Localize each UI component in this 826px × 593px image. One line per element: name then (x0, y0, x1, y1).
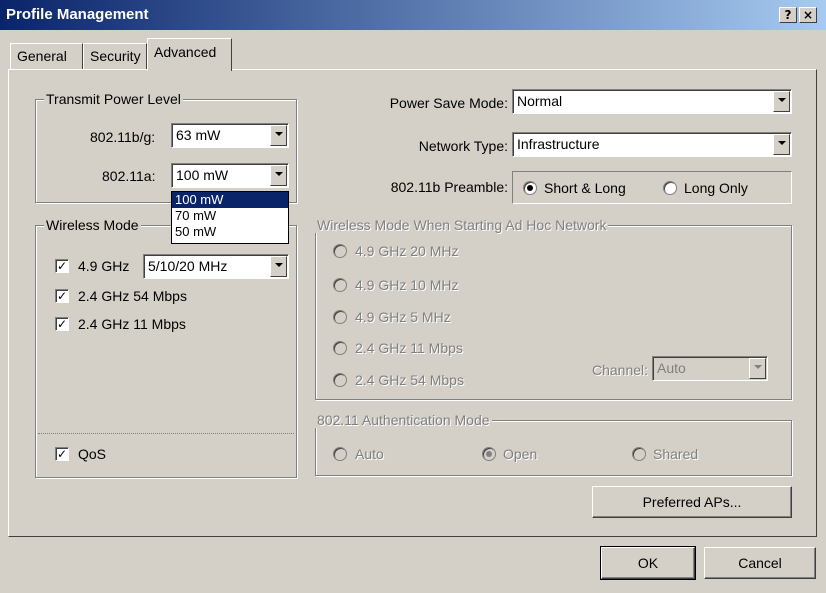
ghz49-bandwidth-select[interactable]: 5/10/20 MHz (143, 254, 289, 279)
close-button[interactable]: × (799, 7, 817, 23)
power-save-dropdown-button[interactable] (773, 91, 790, 112)
ghz49-bandwidth-dropdown-button[interactable] (270, 256, 287, 277)
ghz24-11-label: 2.4 GHz 11 Mbps (78, 316, 186, 332)
network-type-value: Infrastructure (517, 136, 600, 152)
bg-power-select[interactable]: 63 mW (171, 123, 289, 148)
adhoc-2454-label: 2.4 GHz 54 Mbps (355, 372, 464, 388)
transmit-power-legend: Transmit Power Level (44, 91, 183, 107)
ghz49-label: 4.9 GHz (78, 258, 130, 274)
qos-label: QoS (78, 446, 107, 462)
help-button[interactable]: ? (779, 7, 797, 23)
a-power-select[interactable]: 100 mW (171, 163, 289, 188)
chevron-down-icon (275, 132, 283, 136)
network-type-dropdown-button[interactable] (773, 134, 790, 155)
dropdown-option[interactable]: 70 mW (172, 208, 288, 224)
channel-dropdown-button[interactable] (749, 358, 766, 379)
adhoc-2411-label: 2.4 GHz 11 Mbps (355, 340, 463, 356)
chevron-down-icon (275, 263, 283, 267)
network-type-select[interactable]: Infrastructure (512, 132, 792, 157)
wireless-mode-legend: Wireless Mode (44, 217, 141, 233)
ghz24-11-checkbox[interactable]: ✓ (55, 317, 69, 331)
adhoc-4910-label: 4.9 GHz 10 MHz (355, 277, 459, 293)
a-power-dropdown-button[interactable] (270, 165, 287, 186)
auth-shared-label: Shared (653, 446, 699, 462)
ghz24-54-label: 2.4 GHz 54 Mbps (78, 288, 187, 304)
channel-value: Auto (657, 360, 686, 376)
auth-legend: 802.11 Authentication Mode (315, 412, 492, 428)
power-save-select[interactable]: Normal (512, 89, 792, 114)
auth-open-label: Open (503, 446, 538, 462)
radio-dot (486, 451, 492, 457)
tab-advanced[interactable]: Advanced (147, 38, 232, 71)
preamble-short-long-label: Short & Long (544, 180, 626, 196)
preamble-long-only-radio[interactable] (663, 181, 677, 195)
tab-security[interactable]: Security (83, 43, 147, 69)
a-power-value: 100 mW (176, 167, 229, 183)
preferred-aps-button[interactable]: Preferred APs... (592, 486, 792, 518)
ok-button[interactable]: OK (600, 546, 696, 580)
chevron-down-icon (778, 98, 786, 102)
chevron-down-icon (275, 172, 283, 176)
auth-shared-radio[interactable] (632, 447, 646, 461)
a-power-dropdown-list[interactable]: 100 mW 70 mW 50 mW (171, 191, 289, 244)
adhoc-495-radio[interactable] (333, 310, 347, 324)
chevron-down-icon (778, 141, 786, 145)
preamble-short-long-radio[interactable] (523, 181, 537, 195)
tab-general[interactable]: General (10, 43, 83, 69)
auth-group (315, 420, 792, 476)
window-title: Profile Management (6, 6, 149, 23)
adhoc-2454-radio[interactable] (333, 373, 347, 387)
preamble-label: 802.11b Preamble: (390, 179, 508, 195)
qos-divider (38, 433, 294, 434)
auth-open-radio[interactable] (482, 447, 496, 461)
network-type-label: Network Type: (418, 138, 508, 154)
cancel-button[interactable]: Cancel (704, 547, 816, 579)
dropdown-option[interactable]: 100 mW (172, 192, 288, 208)
a-power-label: 802.11a: (102, 168, 156, 184)
bg-power-label: 802.11b/g: (90, 129, 156, 145)
preamble-long-only-label: Long Only (684, 180, 748, 196)
power-save-label: Power Save Mode: (389, 95, 508, 111)
adhoc-legend: Wireless Mode When Starting Ad Hoc Netwo… (315, 217, 609, 233)
channel-select[interactable]: Auto (652, 356, 768, 381)
auth-auto-radio[interactable] (333, 447, 347, 461)
adhoc-4910-radio[interactable] (333, 278, 347, 292)
adhoc-4920-label: 4.9 GHz 20 MHz (355, 243, 459, 259)
adhoc-4920-radio[interactable] (333, 244, 347, 258)
dropdown-option[interactable]: 50 mW (172, 224, 288, 240)
power-save-value: Normal (517, 93, 563, 109)
ghz24-54-checkbox[interactable]: ✓ (55, 289, 69, 303)
chevron-down-icon (754, 365, 762, 369)
ghz49-checkbox[interactable]: ✓ (55, 259, 69, 273)
radio-dot (527, 185, 533, 191)
adhoc-2411-radio[interactable] (333, 341, 347, 355)
qos-checkbox[interactable]: ✓ (55, 447, 69, 461)
auth-auto-label: Auto (355, 446, 384, 462)
bg-power-dropdown-button[interactable] (270, 125, 287, 146)
channel-label: Channel: (592, 362, 649, 378)
bg-power-value: 63 mW (176, 127, 221, 143)
ghz49-bandwidth-value: 5/10/20 MHz (148, 258, 228, 274)
adhoc-495-label: 4.9 GHz 5 MHz (355, 309, 451, 325)
